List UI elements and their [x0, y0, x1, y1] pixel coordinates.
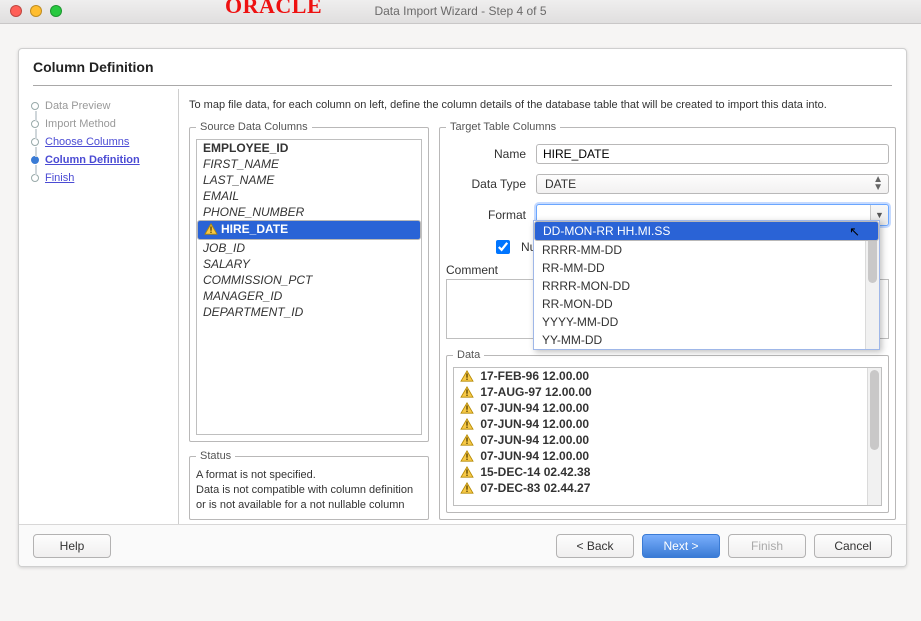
warning-icon — [460, 402, 474, 414]
source-columns-legend: Source Data Columns — [196, 121, 312, 133]
source-column-item[interactable]: MANAGER_ID — [197, 288, 421, 304]
data-row: 17-AUG-97 12.00.00 — [454, 384, 881, 400]
source-column-item[interactable]: COMMISSION_PCT — [197, 272, 421, 288]
finish-button[interactable]: Finish — [728, 534, 806, 558]
format-option[interactable]: YY-MM-DD — [534, 331, 879, 349]
source-column-item[interactable]: PHONE_NUMBER — [197, 204, 421, 220]
warning-icon — [460, 386, 474, 398]
step-import-method: Import Method — [45, 118, 116, 130]
format-dropdown-menu[interactable]: DD-MON-RR HH.MI.SS↖RRRR-MM-DDRR-MM-DDRRR… — [533, 220, 880, 350]
wizard-dialog: Column Definition Data Preview Import Me… — [18, 48, 907, 567]
window-title: Data Import Wizard - Step 4 of 5 — [0, 4, 921, 18]
source-column-item[interactable]: JOB_ID — [197, 240, 421, 256]
data-row: 07-JUN-94 12.00.00 — [454, 432, 881, 448]
back-button[interactable]: < Back — [556, 534, 634, 558]
format-option[interactable]: RR-MM-DD — [534, 259, 879, 277]
divider — [33, 85, 892, 86]
name-label: Name — [446, 147, 526, 161]
source-column-item[interactable]: LAST_NAME — [197, 172, 421, 188]
oracle-logo: ORACLE — [225, 0, 322, 19]
format-label: Format — [446, 208, 526, 222]
nullable-checkbox[interactable] — [496, 240, 510, 254]
datatype-label: Data Type — [446, 177, 526, 191]
format-option[interactable]: RRRR-MM-DD — [534, 241, 879, 259]
step-finish[interactable]: Finish — [45, 172, 74, 184]
warning-icon — [460, 370, 474, 382]
datatype-select[interactable]: DATE — [536, 174, 889, 194]
step-list: Data Preview Import Method Choose Column… — [19, 89, 179, 524]
warning-icon — [204, 223, 218, 235]
step-data-preview: Data Preview — [45, 100, 110, 112]
source-column-item[interactable]: EMPLOYEE_ID — [197, 140, 421, 156]
instruction-text: To map file data, for each column on lef… — [189, 99, 896, 111]
format-option[interactable]: RR-MON-DD — [534, 295, 879, 313]
data-row: 07-JUN-94 12.00.00 — [454, 448, 881, 464]
data-row: 07-JUN-94 12.00.00 — [454, 400, 881, 416]
format-option[interactable]: DD-MON-RR HH.MI.SS↖ — [534, 221, 879, 241]
status-legend: Status — [196, 450, 235, 462]
titlebar: Data Import Wizard - Step 4 of 5 ORACLE — [0, 0, 921, 24]
status-line-2: Data is not compatible with column defin… — [196, 483, 422, 513]
source-column-item[interactable]: HIRE_DATE — [197, 220, 421, 240]
warning-icon — [460, 434, 474, 446]
target-columns-legend: Target Table Columns — [446, 121, 560, 133]
name-field[interactable] — [536, 144, 889, 164]
source-columns-list[interactable]: EMPLOYEE_IDFIRST_NAMELAST_NAMEEMAILPHONE… — [196, 139, 422, 435]
data-scrollbar[interactable] — [867, 368, 881, 505]
data-row: 17-FEB-96 12.00.00 — [454, 368, 881, 384]
step-column-definition[interactable]: Column Definition — [45, 154, 140, 166]
data-row: 07-DEC-83 02.44.27 — [454, 480, 881, 496]
warning-icon — [460, 418, 474, 430]
source-column-item[interactable]: EMAIL — [197, 188, 421, 204]
source-column-item[interactable]: SALARY — [197, 256, 421, 272]
help-button[interactable]: Help — [33, 534, 111, 558]
format-option[interactable]: RRRR-MON-DD — [534, 277, 879, 295]
format-option[interactable]: YYYY-MM-DD — [534, 313, 879, 331]
source-column-item[interactable]: DEPARTMENT_ID — [197, 304, 421, 320]
source-column-item[interactable]: FIRST_NAME — [197, 156, 421, 172]
step-choose-columns[interactable]: Choose Columns — [45, 136, 129, 148]
warning-icon — [460, 450, 474, 462]
data-row: 15-DEC-14 02.42.38 — [454, 464, 881, 480]
data-row: 07-JUN-94 12.00.00 — [454, 416, 881, 432]
status-line-1: A format is not specified. — [196, 468, 422, 483]
data-legend: Data — [453, 349, 484, 361]
cursor-icon: ↖ — [849, 224, 860, 240]
data-preview-list: 17-FEB-96 12.00.00 17-AUG-97 12.00.00 07… — [453, 367, 882, 506]
warning-icon — [460, 482, 474, 494]
cancel-button[interactable]: Cancel — [814, 534, 892, 558]
page-title: Column Definition — [33, 59, 892, 75]
next-button[interactable]: Next > — [642, 534, 720, 558]
warning-icon — [460, 466, 474, 478]
